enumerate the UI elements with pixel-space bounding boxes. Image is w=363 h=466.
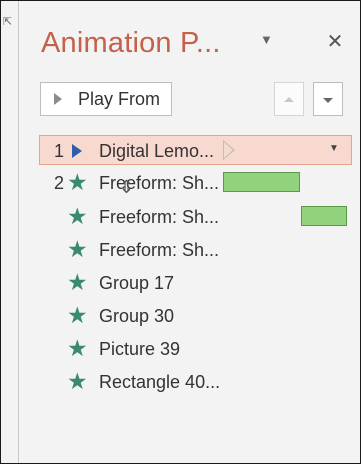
star-icon: ★ — [67, 169, 88, 195]
timing-marker-icon — [223, 140, 235, 160]
move-down-button[interactable] — [313, 82, 343, 116]
animation-item[interactable]: ★ Rectangle 40... — [1, 367, 362, 397]
animation-label: Freeform: Sh... — [99, 240, 220, 260]
animation-item[interactable]: ★ Group 30 — [1, 301, 362, 331]
star-icon: ★ — [67, 236, 88, 262]
animation-pane: ⇱ Animation P... ▼ ✕ Play From 1 Digital… — [0, 0, 361, 464]
animation-label: Group 17 — [99, 273, 175, 293]
star-icon: ★ — [67, 302, 88, 328]
animation-item[interactable]: ★ Freeform: Sh... — [1, 202, 362, 232]
play-icon — [54, 93, 62, 105]
animation-label: Freeform: Sh... — [99, 207, 220, 227]
timing-bar[interactable] — [301, 206, 347, 226]
play-from-button[interactable]: Play From — [40, 82, 172, 116]
chevron-down-icon[interactable]: ▼ — [260, 32, 278, 52]
timing-bar[interactable] — [223, 172, 300, 192]
sound-play-icon — [72, 144, 82, 158]
close-icon[interactable]: ✕ — [323, 31, 347, 55]
animation-item[interactable]: ★ Picture 39 — [1, 334, 362, 364]
animation-item[interactable]: 2 ★ Freeform: Sh... — [1, 168, 362, 198]
item-dropdown-icon[interactable]: ▼ — [329, 143, 339, 154]
arrow-up-icon — [284, 97, 294, 102]
animation-label: Digital Lemo... — [99, 141, 215, 161]
animation-number: 2 — [54, 173, 65, 193]
move-cursor-icon: ⇕ — [119, 177, 135, 197]
star-icon: ★ — [67, 335, 88, 361]
move-up-button[interactable] — [274, 82, 304, 116]
arrow-down-icon — [323, 98, 333, 103]
animation-item[interactable]: ★ Group 17 — [1, 268, 362, 298]
animation-label: Picture 39 — [99, 339, 181, 359]
star-icon: ★ — [67, 368, 88, 394]
pane-title: Animation P... — [41, 27, 221, 59]
animation-label: Group 30 — [99, 306, 175, 326]
star-icon: ★ — [67, 203, 88, 229]
star-icon: ★ — [67, 269, 88, 295]
animation-item-selected[interactable]: 1 Digital Lemo... ▼ — [39, 135, 352, 165]
animation-number: 1 — [54, 141, 65, 161]
animation-item[interactable]: ★ Freeform: Sh... — [1, 235, 362, 265]
animation-label: Rectangle 40... — [99, 372, 221, 392]
animation-label: Freeform: Sh... — [99, 173, 220, 193]
resize-marker-icon: ⇱ — [3, 16, 13, 28]
play-from-label: Play From — [78, 88, 161, 109]
